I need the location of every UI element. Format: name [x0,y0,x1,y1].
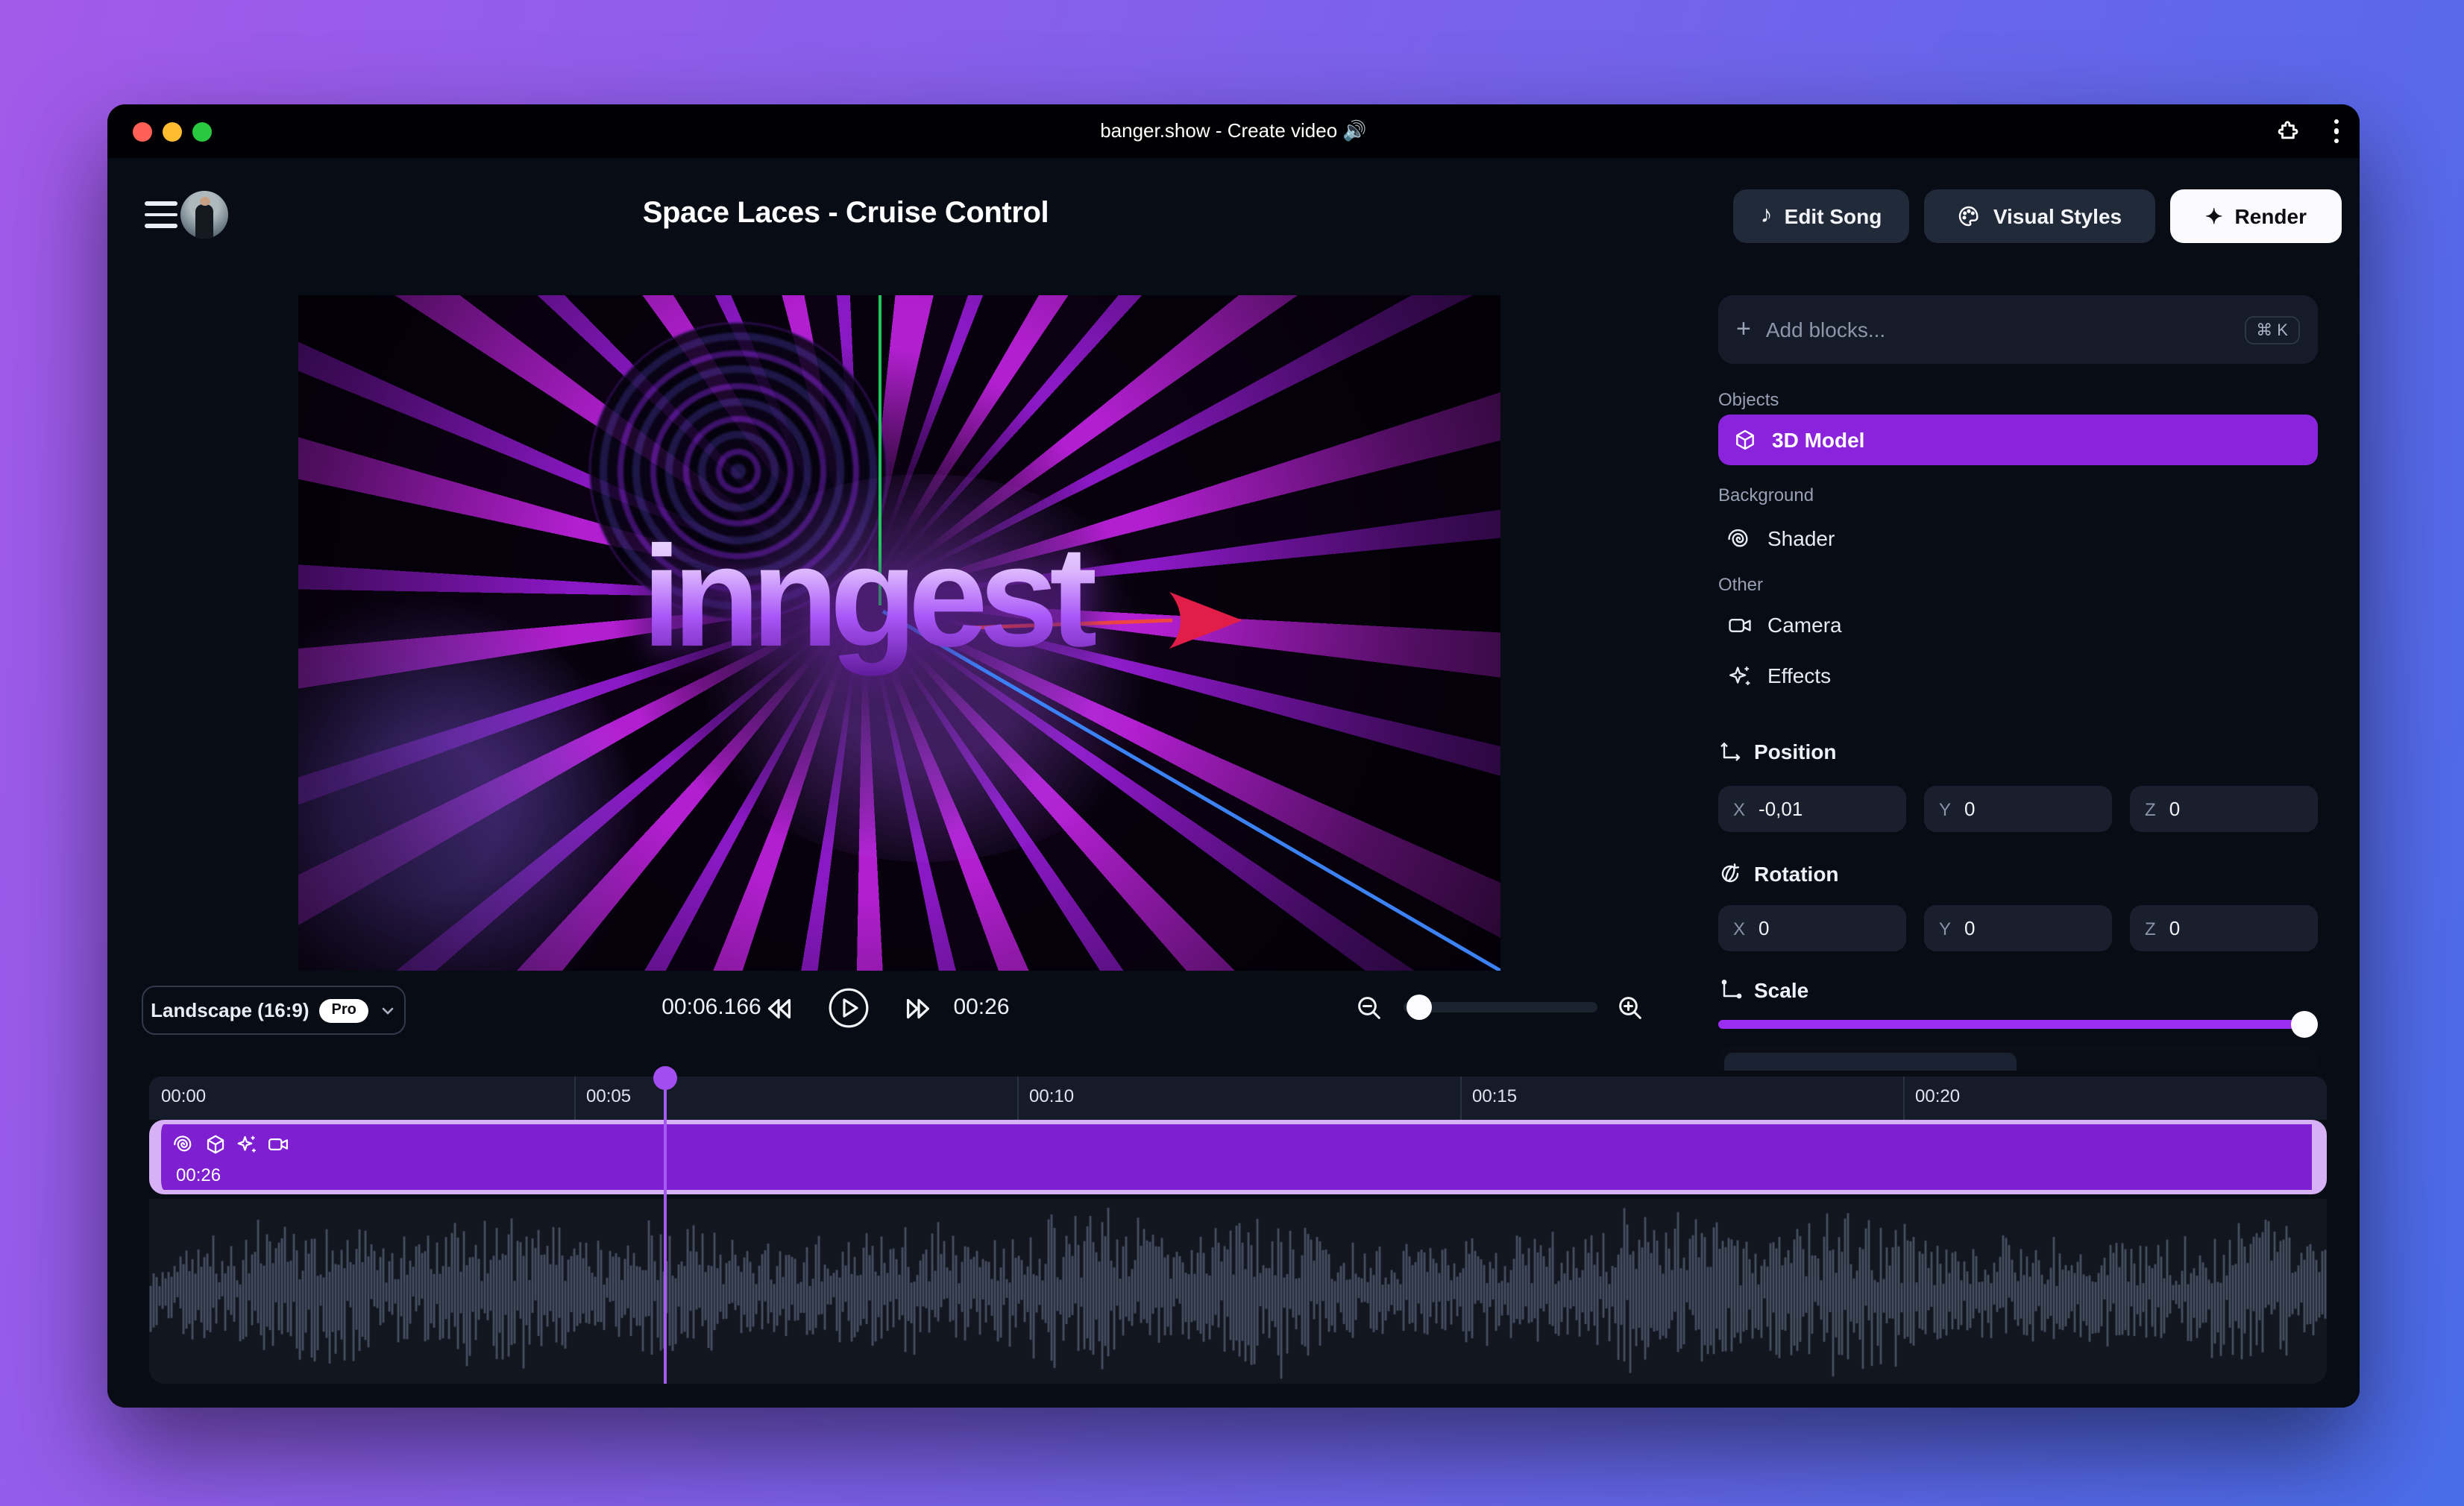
edit-song-button[interactable]: ♪ Edit Song [1733,189,1909,243]
objects-section-label: Objects [1718,389,1779,410]
3d-model-text: inngest [298,516,1432,680]
keyboard-shortcut-badge: ⌘ K [2244,315,2300,344]
audio-waveform [149,1199,2327,1384]
background-section-label: Background [1718,485,1814,505]
playhead-handle[interactable] [653,1066,677,1090]
ruler-label: 00:05 [586,1086,632,1106]
title-bar: banger.show - Create video 🔊 [107,104,2360,158]
sparkle-icon: ✦ [2205,204,2223,227]
window-title: banger.show - Create video 🔊 [1100,119,1367,142]
scale-slider-knob[interactable] [2291,1011,2318,1038]
cube-icon [207,1135,224,1154]
aspect-ratio-dropdown[interactable]: Landscape (16:9) Pro [142,986,406,1035]
total-duration: 00:26 [953,995,1010,1020]
zoom-out-icon[interactable] [1354,993,1384,1023]
clip-duration: 00:26 [176,1165,221,1185]
rotation-y-input[interactable]: Y 0 [1924,905,2112,951]
sparkles-icon [237,1135,256,1153]
camera-icon [1727,612,1753,637]
project-title: Space Laces - Cruise Control [642,197,1049,230]
menu-icon[interactable] [145,201,177,228]
scale-3d-icon [1718,978,1742,1002]
user-avatar[interactable] [180,191,228,239]
scale-header: Scale [1718,978,1808,1002]
play-button[interactable] [828,987,870,1029]
position-x-input[interactable]: X -0,01 [1718,786,1906,832]
fast-forward-button[interactable] [901,992,935,1026]
desktop-background: banger.show - Create video 🔊 Space Laces… [0,0,2464,1506]
timeline-zoom-knob[interactable] [1407,995,1432,1020]
position-y-input[interactable]: Y 0 [1924,786,2112,832]
position-z-input[interactable]: Z 0 [2130,786,2318,832]
browser-menu-icon[interactable] [2333,119,2339,144]
rotate-3d-icon [1718,862,1742,886]
palette-icon [1958,204,1981,228]
app-window: banger.show - Create video 🔊 Space Laces… [107,104,2360,1408]
clip-block-icons [173,1133,289,1156]
ruler-label: 00:00 [161,1086,207,1106]
zoom-in-icon[interactable] [1615,993,1645,1023]
camera-icon [268,1138,288,1150]
plus-icon: + [1736,315,1751,343]
position-header: Position [1718,740,1836,763]
music-note-icon: ♪ [1760,203,1773,228]
block-item-camera[interactable]: Camera [1718,602,2318,647]
pro-badge: Pro [319,998,368,1022]
timeline-clip[interactable]: 00:26 [149,1120,2327,1194]
playhead-line [664,1077,667,1384]
video-preview[interactable]: inngest [298,295,1500,971]
ruler-label: 00:20 [1915,1086,1961,1106]
timeline-zoom-slider[interactable] [1404,1002,1597,1012]
rotation-header: Rotation [1718,862,1839,886]
extensions-icon[interactable] [2275,119,2301,144]
block-item-3d-model[interactable]: 3D Model [1718,415,2318,465]
scale-slider[interactable] [1718,1020,2318,1029]
block-item-effects[interactable]: Effects [1718,653,2318,698]
spiral-icon [1727,526,1753,551]
spiral-icon [174,1135,192,1152]
timeline-ruler[interactable]: 00:00 00:05 00:10 00:15 00:20 [149,1077,2327,1120]
add-blocks-input[interactable]: + Add blocks... ⌘ K [1718,295,2318,364]
other-section-label: Other [1718,574,1764,595]
chevron-down-icon [379,1001,397,1019]
render-button[interactable]: ✦ Render [2170,189,2342,243]
cube-icon [1733,428,1757,452]
app-content: Space Laces - Cruise Control ♪ Edit Song… [107,158,2360,1408]
move-3d-icon [1718,740,1742,763]
sparkles-icon [1727,663,1753,688]
ruler-label: 00:15 [1472,1086,1518,1106]
visual-styles-button[interactable]: Visual Styles [1924,189,2155,243]
rewind-button[interactable] [762,992,796,1026]
rotation-z-input[interactable]: Z 0 [2130,905,2318,951]
ruler-label: 00:10 [1029,1086,1075,1106]
next-section-cutoff [1718,1045,2318,1071]
block-item-shader[interactable]: Shader [1718,516,2318,561]
audio-waveform-panel[interactable] [149,1199,2327,1384]
rotation-x-input[interactable]: X 0 [1718,905,1906,951]
